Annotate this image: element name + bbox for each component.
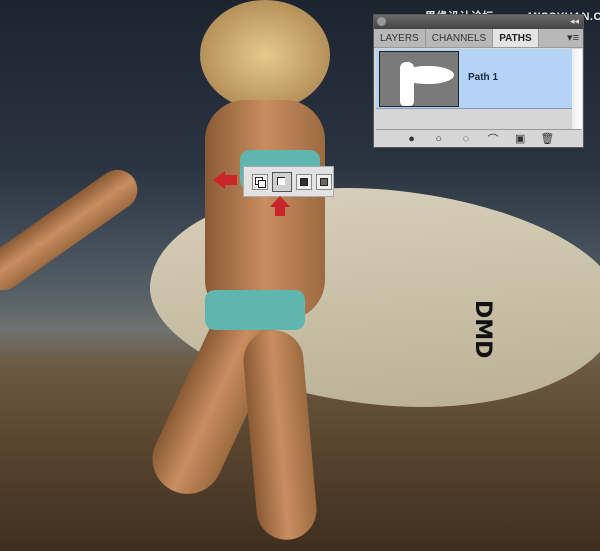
scrollbar[interactable] — [572, 49, 582, 129]
stroke-path-icon[interactable]: ○ — [432, 133, 446, 145]
arm — [0, 161, 146, 299]
path-row[interactable]: Path 1 — [376, 49, 573, 109]
tab-paths[interactable]: PATHS — [493, 29, 539, 47]
surfboard-logo: DMD — [470, 300, 495, 359]
delete-path-icon[interactable]: 🗑 — [540, 132, 554, 145]
tab-channels[interactable]: CHANNELS — [426, 29, 494, 47]
hair — [200, 0, 330, 110]
make-work-path-icon[interactable]: ⌒ — [486, 131, 500, 147]
red-arrow-up-tail — [275, 206, 285, 216]
paths-panel: ◂◂ LAYERS CHANNELS PATHS ▾≡ Path 1 ● ○ ◌… — [373, 14, 584, 148]
subtract-from-selection-button[interactable] — [296, 173, 312, 190]
path-thumbnail — [379, 51, 459, 107]
intersect-selection-button[interactable] — [316, 173, 332, 190]
collapse-icon[interactable]: ◂◂ — [570, 16, 579, 27]
fill-path-icon[interactable]: ● — [405, 133, 419, 145]
path-name[interactable]: Path 1 — [468, 72, 498, 83]
torso — [205, 100, 325, 320]
new-selection-button[interactable] — [252, 173, 268, 190]
panel-tabs: LAYERS CHANNELS PATHS ▾≡ — [374, 29, 583, 48]
panel-menu-icon[interactable]: ▾≡ — [567, 31, 579, 44]
add-to-selection-button[interactable] — [272, 171, 292, 192]
red-arrow-left-tail — [224, 175, 237, 185]
load-as-selection-icon[interactable]: ◌ — [459, 133, 473, 145]
bikini-bottom — [205, 290, 305, 330]
panel-titlebar[interactable]: ◂◂ — [374, 15, 583, 29]
panel-bottom-bar: ● ○ ◌ ⌒ ▣ 🗑 — [376, 129, 581, 147]
new-path-icon[interactable]: ▣ — [513, 132, 527, 145]
tab-layers[interactable]: LAYERS — [374, 29, 426, 47]
selection-mode-toolbar — [243, 166, 334, 197]
close-icon[interactable] — [377, 17, 386, 26]
